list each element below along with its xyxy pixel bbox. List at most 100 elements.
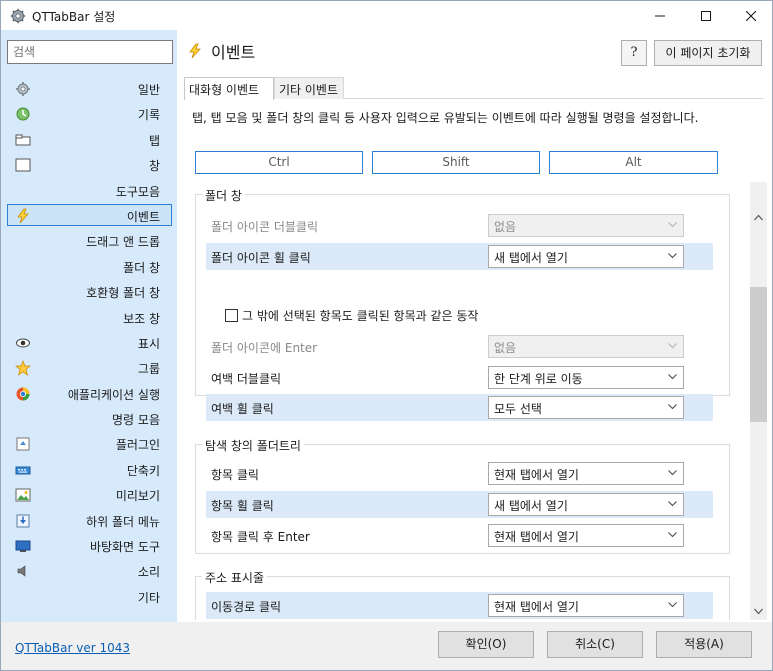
event-row: 여백 더블클릭 한 단계 위로 이동 xyxy=(206,364,713,391)
apply-button[interactable]: 적용(A) xyxy=(656,631,752,658)
sidebar-item-general[interactable]: 일반 xyxy=(1,76,177,101)
sidebar-item-label: 창 xyxy=(148,159,160,174)
ctrl-modifier-button[interactable]: Ctrl xyxy=(195,151,363,174)
star-icon xyxy=(15,360,31,377)
chevron-down-icon xyxy=(668,470,677,476)
event-action-dropdown[interactable]: 새 탭에서 열기 xyxy=(488,245,684,268)
desktop-icon xyxy=(15,540,31,553)
sidebar-item-label: 탭 xyxy=(148,133,160,148)
close-button[interactable] xyxy=(728,1,773,31)
event-label: 폴더 아이콘에 Enter xyxy=(211,341,318,355)
event-action-dropdown[interactable]: 한 단계 위로 이동 xyxy=(488,366,684,389)
sidebar-item-label: 표시 xyxy=(137,336,160,351)
nav-list: 일반 기록 탭 창 도구모음 이벤트 드래그 앤 드롭 폴더 창 호환형 폴더 … xyxy=(1,76,177,609)
event-row: 항목 클릭 현재 탭에서 열기 xyxy=(206,460,713,487)
subfolder-icon xyxy=(16,514,30,528)
scroll-up-icon[interactable] xyxy=(754,213,763,222)
page-title: 이벤트 xyxy=(211,43,256,62)
shift-modifier-button[interactable]: Shift xyxy=(372,151,540,174)
sidebar-item-window[interactable]: 창 xyxy=(1,152,177,177)
sidebar-item-label: 미리보기 xyxy=(115,489,160,504)
sidebar-item-label: 폴더 창 xyxy=(123,260,160,275)
checkbox-label: 그 밖에 선택된 항목도 클릭된 항목과 같은 동작 xyxy=(242,308,479,323)
maximize-icon xyxy=(701,11,711,21)
sidebar-item-label: 도구모음 xyxy=(115,184,160,199)
tab-other-events[interactable]: 기타 이벤트 xyxy=(274,77,344,99)
page-header: 이벤트 xyxy=(187,40,255,62)
sidebar-item-label: 그룹 xyxy=(137,362,160,377)
dropdown-value: 현재 탭에서 열기 xyxy=(494,530,579,544)
event-action-dropdown: 없음 xyxy=(488,214,684,237)
window-title: QTTabBar 설정 xyxy=(32,10,116,24)
sidebar-item-label: 일반 xyxy=(137,83,160,97)
sidebar-item-compat-folder-view[interactable]: 호환형 폴더 창 xyxy=(1,279,177,304)
events-scroll-area[interactable]: 폴더 창 폴더 아이콘 더블클릭 없음 폴더 아이콘 휠 클릭 새 탭에서 열기… xyxy=(195,182,767,620)
sidebar-item-subfolder-menu[interactable]: 하위 폴더 메뉴 xyxy=(1,508,177,533)
sidebar-item-plugins[interactable]: 플러그인 xyxy=(1,431,177,456)
event-action-dropdown[interactable]: 새 탭에서 열기 xyxy=(488,493,684,516)
sidebar-item-events[interactable]: 이벤트 xyxy=(1,203,177,228)
group-title: 주소 표시줄 xyxy=(202,569,268,586)
sidebar-item-group[interactable]: 그룹 xyxy=(1,355,177,380)
sidebar-item-label: 호환형 폴더 창 xyxy=(86,286,160,301)
title-bar: QTTabBar 설정 xyxy=(0,0,773,30)
event-label: 폴더 아이콘 휠 클릭 xyxy=(211,251,311,265)
minimize-icon xyxy=(655,15,665,17)
lightning-icon xyxy=(189,43,201,59)
minimize-button[interactable] xyxy=(637,1,683,31)
sidebar-item-tab[interactable]: 탭 xyxy=(1,127,177,152)
event-row: 폴더 아이콘 더블클릭 없음 xyxy=(206,212,713,239)
sidebar-item-toolbar[interactable]: 도구모음 xyxy=(1,178,177,203)
dropdown-value: 현재 탭에서 열기 xyxy=(494,468,579,482)
chevron-down-icon xyxy=(668,404,677,410)
version-link[interactable]: QTTabBar ver 1043 xyxy=(15,641,130,655)
sidebar-item-preview[interactable]: 미리보기 xyxy=(1,482,177,507)
event-action-dropdown[interactable]: 모두 선택 xyxy=(488,396,684,419)
ok-button[interactable]: 확인(O) xyxy=(438,631,534,658)
sidebar-item-label: 플러그인 xyxy=(115,438,160,453)
tab-interactive-events[interactable]: 대화형 이벤트 xyxy=(184,77,274,100)
scroll-down-icon[interactable] xyxy=(754,607,763,616)
chevron-down-icon xyxy=(668,532,677,538)
sidebar-item-label: 하위 폴더 메뉴 xyxy=(86,514,160,529)
sidebar-item-label: 소리 xyxy=(137,565,160,580)
sidebar-item-label: 명령 모음 xyxy=(112,413,160,428)
same-action-checkbox[interactable] xyxy=(225,308,238,322)
vertical-scrollbar[interactable] xyxy=(750,182,767,620)
maximize-button[interactable] xyxy=(683,1,729,31)
gear-icon xyxy=(16,82,30,96)
sidebar-item-misc[interactable]: 기타 xyxy=(1,584,177,609)
sidebar-item-display[interactable]: 표시 xyxy=(1,330,177,355)
sidebar-item-label: 애플리케이션 실행 xyxy=(67,387,160,402)
keyboard-icon xyxy=(15,466,31,475)
event-label: 여백 휠 클릭 xyxy=(211,402,274,416)
sidebar-item-sound[interactable]: 소리 xyxy=(1,558,177,583)
event-label: 이동경로 클릭 xyxy=(211,600,282,614)
sidebar-item-shortcuts[interactable]: 단축키 xyxy=(1,457,177,482)
sidebar-item-drag-drop[interactable]: 드래그 앤 드롭 xyxy=(1,228,177,253)
scrollbar-thumb[interactable] xyxy=(750,287,767,422)
dropdown-value: 없음 xyxy=(494,341,517,355)
alt-modifier-button[interactable]: Alt xyxy=(549,151,718,174)
event-row: 항목 휠 클릭 새 탭에서 열기 xyxy=(206,491,713,518)
sidebar-item-app-launch[interactable]: 애플리케이션 실행 xyxy=(1,381,177,406)
sidebar-item-desktop-tool[interactable]: 바탕화면 도구 xyxy=(1,533,177,558)
event-label: 항목 클릭 후 Enter xyxy=(211,530,310,544)
sidebar-item-secondary-view[interactable]: 보조 창 xyxy=(1,305,177,330)
group-title: 폴더 창 xyxy=(202,187,245,204)
cancel-button[interactable]: 취소(C) xyxy=(547,631,643,658)
sidebar-item-label: 이벤트 xyxy=(126,209,160,224)
event-action-dropdown[interactable]: 현재 탭에서 열기 xyxy=(488,594,684,617)
sidebar-item-history[interactable]: 기록 xyxy=(1,101,177,126)
event-action-dropdown: 없음 xyxy=(488,335,684,358)
sidebar-item-command-bar[interactable]: 명령 모음 xyxy=(1,406,177,431)
event-action-dropdown[interactable]: 현재 탭에서 열기 xyxy=(488,462,684,485)
search-input[interactable] xyxy=(7,40,173,64)
chevron-down-icon xyxy=(668,374,677,380)
sidebar-item-label: 단축키 xyxy=(126,463,160,478)
same-action-checkbox-row[interactable]: 그 밖에 선택된 항목도 클릭된 항목과 같은 동작 xyxy=(225,306,478,324)
event-action-dropdown[interactable]: 현재 탭에서 열기 xyxy=(488,524,684,547)
help-button[interactable]: ? xyxy=(621,40,647,66)
reset-page-button[interactable]: 이 페이지 초기화 xyxy=(654,40,762,66)
sidebar-item-folder-view[interactable]: 폴더 창 xyxy=(1,254,177,279)
